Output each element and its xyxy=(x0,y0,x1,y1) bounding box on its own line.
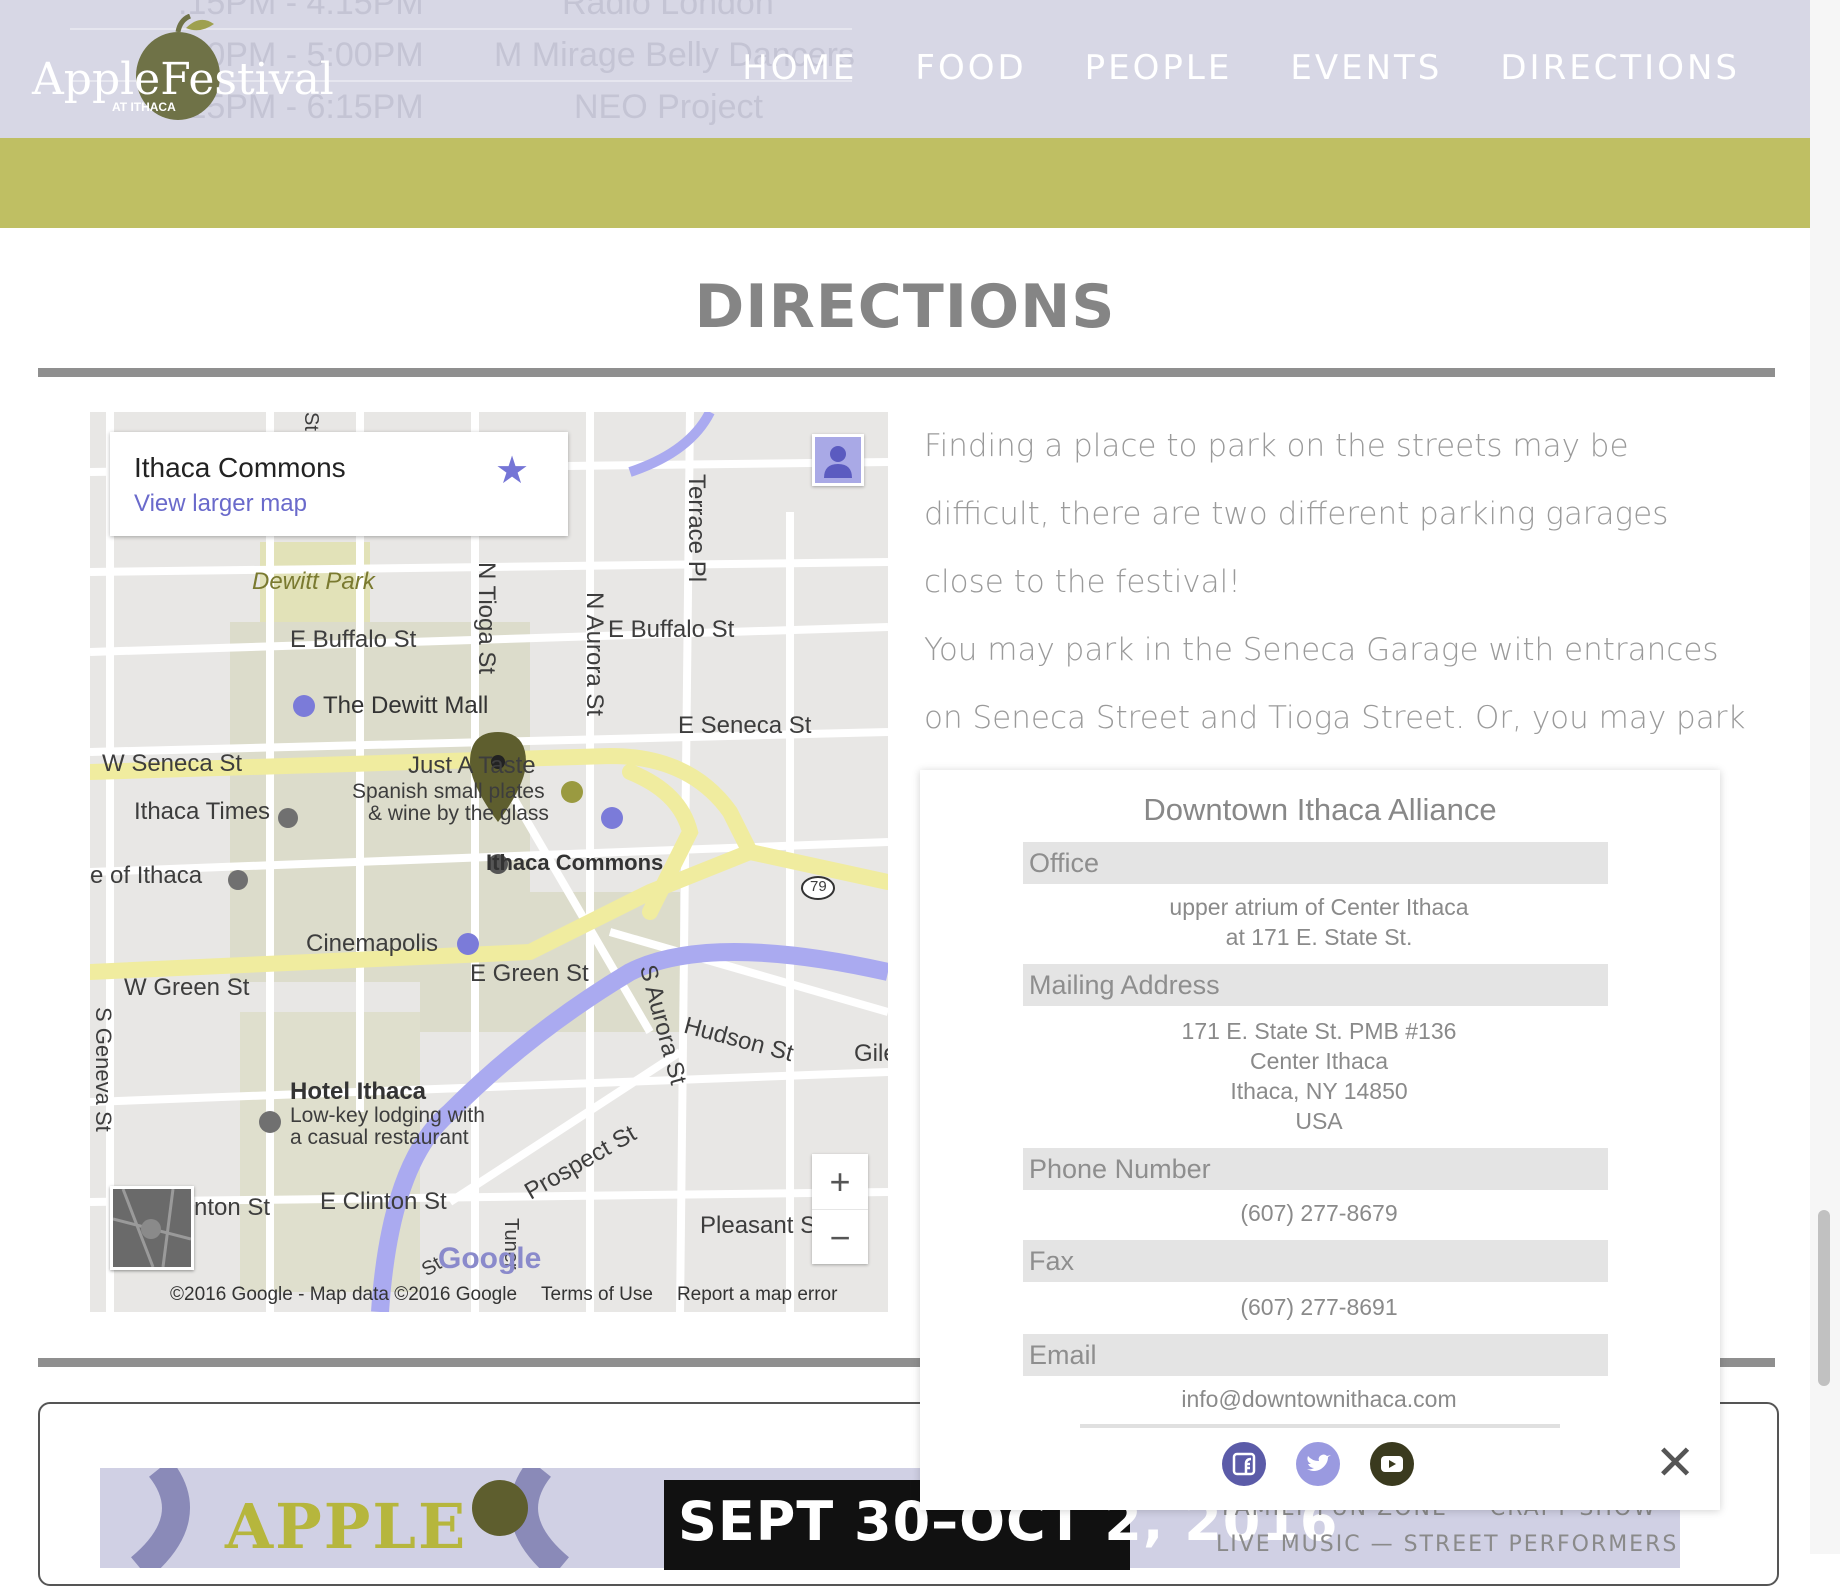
place-card: Ithaca Commons View larger map ★ xyxy=(110,432,568,536)
map-label-w-seneca: W Seneca St xyxy=(102,750,243,777)
ghost-schedule-act-1: Radio London xyxy=(562,0,774,22)
mailing-line-2: Center Ithaca xyxy=(1249,1048,1389,1074)
map-label-n-aurora: N Aurora St xyxy=(581,592,608,717)
fax-label: Fax xyxy=(1023,1240,1608,1282)
map-label-terrace: Terrace Pl xyxy=(683,474,710,583)
office-line-2: at 171 E. State St. xyxy=(1225,924,1413,950)
map-label-cinemapolis: Cinemapolis xyxy=(306,930,439,957)
twitter-glyph xyxy=(1307,1454,1331,1471)
ghost-schedule-act-3: NEO Project xyxy=(574,88,763,126)
map-label-of-ithaca: e of Ithaca xyxy=(90,862,203,889)
map-label-just-a-taste: Just A Taste xyxy=(408,752,536,779)
nav-food[interactable]: FOOD xyxy=(915,48,1026,88)
email-value[interactable]: info@downtownithaca.com xyxy=(1023,1384,1615,1414)
map-label-clinton-w: nton St xyxy=(194,1194,271,1221)
mailing-label: Mailing Address xyxy=(1023,964,1608,1006)
section-title: DIRECTIONS xyxy=(694,272,1116,342)
mailing-line-3: Ithaca, NY 14850 xyxy=(1230,1078,1408,1104)
map-label-e-buffalo-1: E Buffalo St xyxy=(290,626,417,653)
person-icon xyxy=(815,437,861,483)
poster-apple-title: APPLE xyxy=(225,1490,468,1563)
map-footer: ©2016 Google - Map data ©2016 Google Ter… xyxy=(170,1284,837,1306)
satellite-icon xyxy=(113,1189,191,1267)
popup-divider xyxy=(1080,1424,1560,1428)
zoom-control: + − xyxy=(812,1154,868,1264)
map-report-link[interactable]: Report a map error xyxy=(677,1284,838,1306)
map-label-route-79: 79 xyxy=(810,878,827,895)
zoom-in-button[interactable]: + xyxy=(812,1154,868,1209)
map-copyright: ©2016 Google - Map data ©2016 Google xyxy=(170,1284,518,1305)
nav-home[interactable]: HOME xyxy=(742,48,857,88)
zoom-out-button[interactable]: − xyxy=(812,1209,868,1265)
contact-popup: Downtown Ithaca Alliance Office upper at… xyxy=(920,770,1720,1510)
section-divider-top xyxy=(38,368,1775,377)
street-view-pegman-icon[interactable] xyxy=(812,434,864,486)
map-label-hotel-ithaca: Hotel Ithaca xyxy=(290,1078,427,1105)
map-terms-link[interactable]: Terms of Use xyxy=(541,1284,653,1306)
map-label-hotel-desc-2: a casual restaurant xyxy=(290,1126,469,1149)
mailing-line-4: USA xyxy=(1295,1108,1343,1134)
map-label-ithaca-commons: Ithaca Commons xyxy=(486,850,664,875)
youtube-icon[interactable] xyxy=(1370,1442,1414,1486)
youtube-glyph xyxy=(1381,1456,1403,1472)
parking-paragraph-1: Finding a place to park on the streets m… xyxy=(924,428,1669,600)
phone-label: Phone Number xyxy=(1023,1148,1608,1190)
map-label-ithaca-times: Ithaca Times xyxy=(134,798,271,825)
map-label-top-st: St xyxy=(300,412,322,431)
logo-subtext: AT ITHACA xyxy=(112,100,176,114)
email-label: Email xyxy=(1023,1334,1608,1376)
twitter-icon[interactable] xyxy=(1296,1442,1340,1486)
embedded-map[interactable]: Terrace Pl Dewitt Park N Tioga St N Auro… xyxy=(90,412,888,1312)
office-line-1: upper atrium of Center Ithaca xyxy=(1169,894,1469,920)
nav-people[interactable]: PEOPLE xyxy=(1085,48,1233,88)
accent-band xyxy=(0,138,1810,228)
main-nav: HOME FOOD PEOPLE EVENTS DIRECTIONS xyxy=(742,48,1740,88)
map-label-e-seneca: E Seneca St xyxy=(678,712,812,739)
view-larger-map-link[interactable]: View larger map xyxy=(134,490,307,518)
map-label-taste-desc-2: & wine by the glass xyxy=(368,802,549,825)
map-label-pleasant: Pleasant S xyxy=(700,1212,817,1239)
place-name: Ithaca Commons xyxy=(134,452,346,483)
map-label-w-green: W Green St xyxy=(124,974,250,1001)
popup-title: Downtown Ithaca Alliance xyxy=(1143,792,1497,827)
facebook-glyph xyxy=(1232,1452,1256,1476)
map-label-e-clinton: E Clinton St xyxy=(320,1188,447,1215)
close-popup-button[interactable]: ✕ xyxy=(1655,1440,1695,1488)
nav-directions[interactable]: DIRECTIONS xyxy=(1500,48,1740,88)
satellite-toggle-thumbnail[interactable] xyxy=(110,1186,194,1270)
map-label-e-buffalo-2: E Buffalo St xyxy=(608,616,735,643)
map-label-gile: Gile xyxy=(854,1040,888,1067)
scrollbar-thumb[interactable] xyxy=(1818,1210,1830,1386)
map-label-hotel-desc-1: Low-key lodging with xyxy=(290,1104,485,1127)
office-label: Office xyxy=(1023,842,1608,884)
save-star-icon[interactable]: ★ xyxy=(495,448,529,493)
map-label-dewitt-mall: The Dewitt Mall xyxy=(323,692,489,719)
google-logo: Google xyxy=(438,1242,542,1275)
logo-wordmark: AppleFestival xyxy=(32,54,334,105)
festival-logo[interactable]: AppleFestival AT ITHACA xyxy=(30,13,334,124)
map-label-dewitt-park: Dewitt Park xyxy=(252,568,375,595)
map-label-s-geneva: S Geneva St xyxy=(91,1007,116,1132)
directions-text: Finding a place to park on the streets m… xyxy=(924,412,1754,820)
map-label-taste-desc-1: Spanish small plates xyxy=(352,780,545,803)
map-label-e-green: E Green St xyxy=(470,960,589,987)
fax-value: (607) 277-8691 xyxy=(1240,1294,1398,1320)
mailing-line-1: 171 E. State St. PMB #136 xyxy=(1181,1018,1457,1044)
phone-value[interactable]: (607) 277-8679 xyxy=(1023,1198,1615,1228)
nav-events[interactable]: EVENTS xyxy=(1290,48,1442,88)
facebook-icon[interactable] xyxy=(1222,1442,1266,1486)
site-header: :15PM - 4:15PM Radio London :00PM - 5:00… xyxy=(0,0,1810,138)
poster-line-2: LIVE MUSIC — STREET PERFORMERS xyxy=(1216,1532,1679,1557)
map-label-n-tioga: N Tioga St xyxy=(473,562,500,675)
